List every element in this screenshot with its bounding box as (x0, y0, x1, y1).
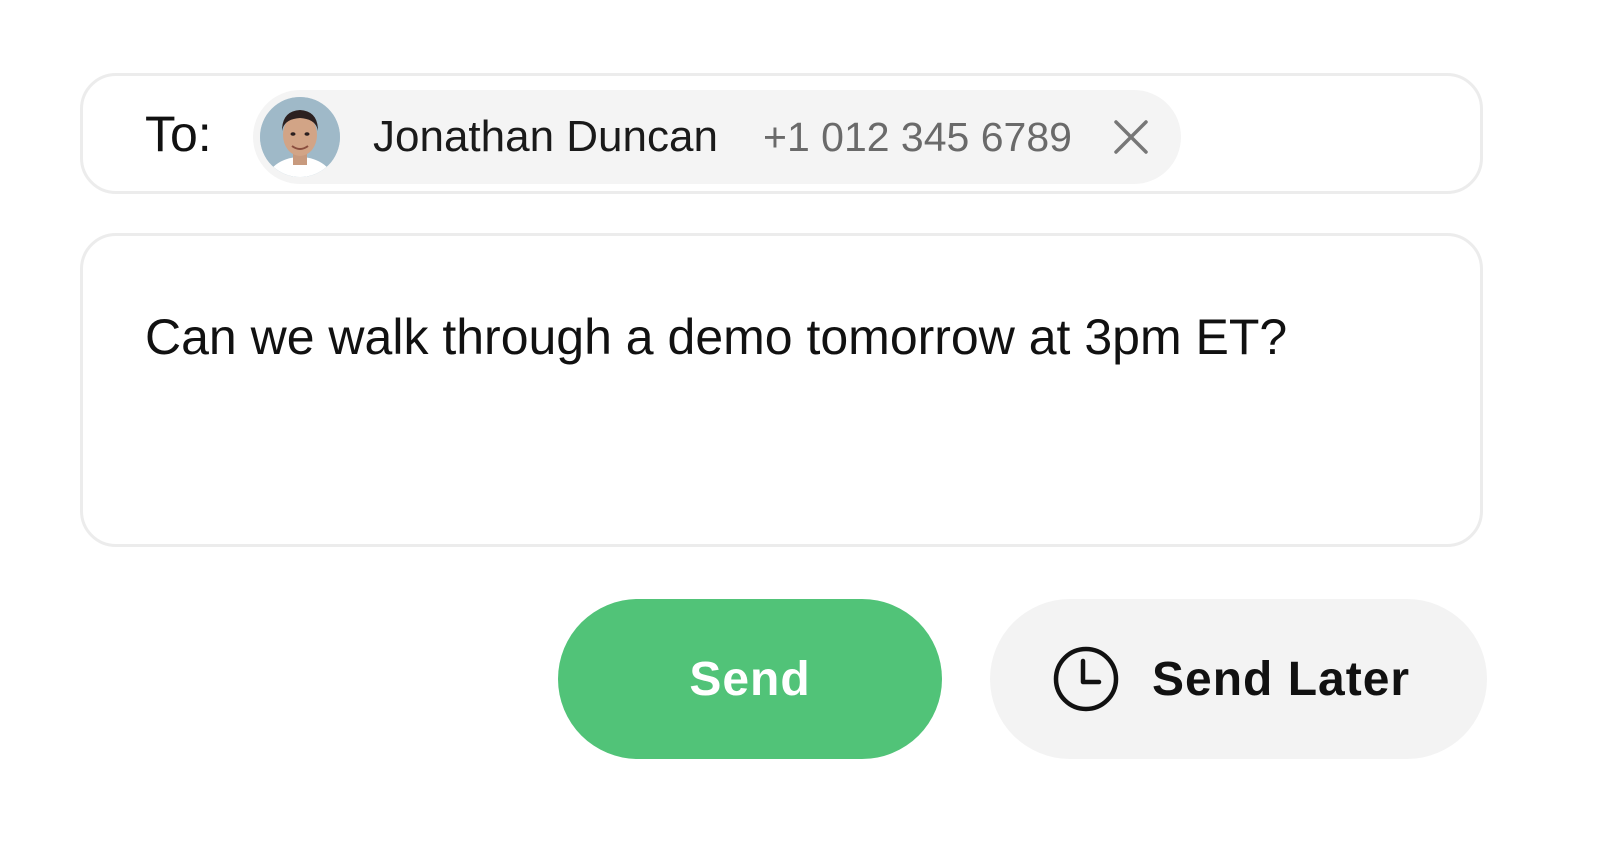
to-label: To: (145, 106, 212, 162)
recipient-name: Jonathan Duncan (373, 112, 718, 161)
message-text: Can we walk through a demo tomorrow at 3… (145, 309, 1288, 365)
recipient-field[interactable]: To: Jonathan Duncan +1 012 345 6789 (80, 73, 1483, 194)
avatar (260, 97, 340, 177)
recipient-phone: +1 012 345 6789 (763, 114, 1072, 160)
send-later-label: Send Later (1152, 653, 1411, 706)
recipient-chip[interactable]: Jonathan Duncan +1 012 345 6789 (253, 90, 1181, 184)
send-later-button[interactable]: Send Later (990, 599, 1487, 759)
close-icon[interactable] (1111, 117, 1151, 157)
send-button[interactable]: Send (558, 599, 942, 759)
message-textarea[interactable]: Can we walk through a demo tomorrow at 3… (80, 233, 1483, 547)
clock-icon (1052, 645, 1120, 713)
